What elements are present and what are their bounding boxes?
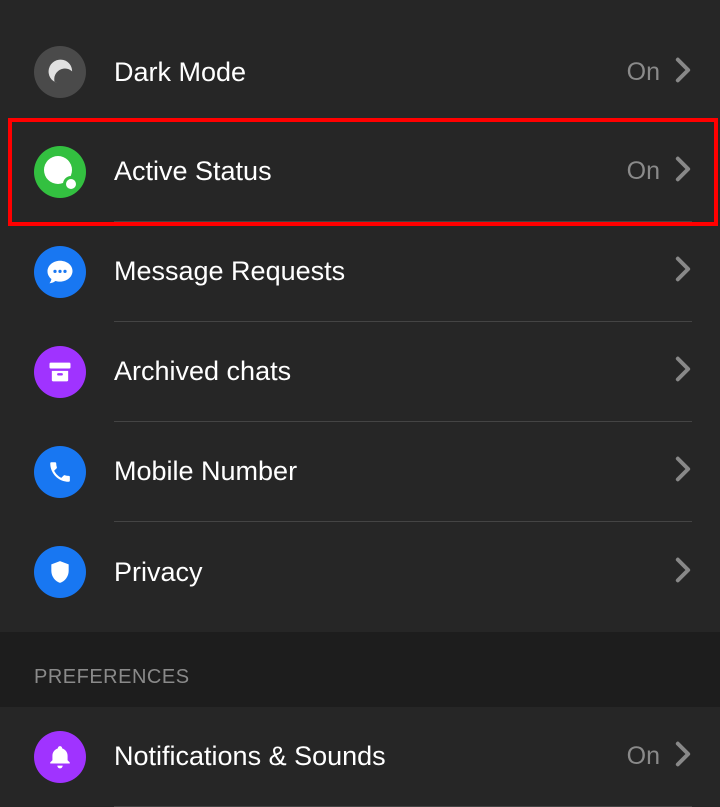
row-label: Mobile Number xyxy=(114,456,674,487)
phone-icon xyxy=(34,446,86,498)
moon-icon xyxy=(34,46,86,98)
chevron-right-icon xyxy=(674,256,692,287)
shield-icon xyxy=(34,546,86,598)
row-value: On xyxy=(627,58,660,87)
row-label: Message Requests xyxy=(114,256,674,287)
chevron-right-icon xyxy=(674,156,692,187)
row-label: Active Status xyxy=(114,156,627,187)
chevron-right-icon xyxy=(674,456,692,487)
row-notifications-sounds[interactable]: Notifications & Sounds On xyxy=(0,707,720,807)
row-label: Notifications & Sounds xyxy=(114,741,627,772)
row-label: Privacy xyxy=(114,557,674,588)
row-label: Dark Mode xyxy=(114,57,627,88)
row-value: On xyxy=(627,742,660,771)
row-privacy[interactable]: Privacy xyxy=(0,522,720,622)
active-status-icon xyxy=(34,146,86,198)
row-dark-mode[interactable]: Dark Mode On xyxy=(0,22,720,122)
message-icon xyxy=(34,246,86,298)
row-label: Archived chats xyxy=(114,356,674,387)
row-mobile-number[interactable]: Mobile Number xyxy=(0,422,720,522)
chevron-right-icon xyxy=(674,57,692,88)
chevron-right-icon xyxy=(674,741,692,772)
chevron-right-icon xyxy=(674,356,692,387)
archive-icon xyxy=(34,346,86,398)
row-value: On xyxy=(627,157,660,186)
row-archived-chats[interactable]: Archived chats xyxy=(0,322,720,422)
row-active-status[interactable]: Active Status On xyxy=(0,122,720,222)
bell-icon xyxy=(34,731,86,783)
section-header-preferences: PREFERENCES xyxy=(0,632,720,707)
chevron-right-icon xyxy=(674,557,692,588)
settings-list: Dark Mode On Active Status On xyxy=(0,0,720,807)
row-message-requests[interactable]: Message Requests xyxy=(0,222,720,322)
